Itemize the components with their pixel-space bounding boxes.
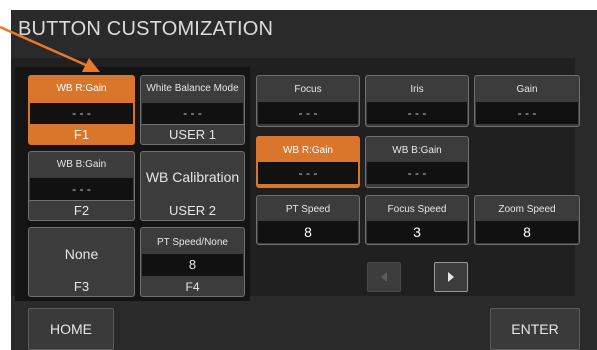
user1-value: - - - (142, 103, 243, 124)
orange-arrow-icon (0, 25, 100, 72)
pt-speed-button[interactable]: PT Speed 8 (256, 195, 360, 245)
focus-speed-value: 3 (367, 221, 467, 243)
user2-button[interactable]: WB Calibration USER 2 (140, 151, 245, 221)
zoom-speed-button[interactable]: Zoom Speed 8 (474, 195, 580, 245)
wb-b-gain-label: WB B:Gain (392, 145, 442, 156)
wb-b-gain-value: - - - (367, 162, 467, 184)
f3-key-label: F3 (73, 279, 90, 294)
f2-function-label: WB B:Gain (56, 159, 107, 170)
iris-button[interactable]: Iris - - - (365, 75, 469, 127)
f2-divider (29, 200, 134, 201)
f4-button[interactable]: PT Speed/None 8 F4 (140, 227, 245, 297)
user1-button[interactable]: White Balance Mode - - - USER 1 (140, 75, 245, 145)
triangle-right-icon (448, 272, 454, 282)
f3-function-label: None (64, 246, 99, 262)
user2-function-label: WB Calibration (145, 169, 240, 185)
focus-value: - - - (258, 102, 358, 124)
f1-value: - - - (30, 103, 133, 124)
wb-b-gain-button[interactable]: WB B:Gain - - - (365, 136, 469, 188)
user1-divider (141, 124, 244, 125)
iris-label: Iris (410, 84, 424, 95)
zoom-speed-value: 8 (476, 221, 578, 243)
zoom-speed-label: Zoom Speed (498, 204, 556, 215)
home-button[interactable]: HOME (28, 308, 114, 350)
triangle-left-icon (381, 272, 387, 282)
enter-button[interactable]: ENTER (490, 308, 580, 350)
f2-button[interactable]: WB B:Gain - - - F2 (28, 151, 135, 221)
wb-r-gain-button[interactable]: WB R:Gain - - - (256, 136, 360, 188)
gain-button[interactable]: Gain - - - (474, 75, 580, 127)
focus-speed-button[interactable]: Focus Speed 3 (365, 195, 469, 245)
wb-r-gain-label: WB R:Gain (282, 145, 333, 156)
focus-button[interactable]: Focus - - - (256, 75, 360, 127)
gain-label: Gain (516, 84, 538, 95)
f1-button[interactable]: WB R:Gain - - - F1 (28, 75, 135, 145)
prev-page-button[interactable] (367, 262, 401, 292)
wb-r-gain-value: - - - (258, 162, 358, 184)
f4-value: 8 (142, 254, 243, 276)
iris-value: - - - (367, 102, 467, 124)
user1-function-label: White Balance Mode (146, 83, 239, 94)
f1-function-label: WB R:Gain (56, 83, 107, 94)
f1-key-label: F1 (73, 127, 90, 142)
user2-key-label: USER 2 (169, 203, 216, 218)
user1-key-label: USER 1 (169, 127, 216, 142)
f2-key-label: F2 (73, 203, 90, 218)
f4-function-label: PT Speed/None (157, 237, 228, 248)
next-page-button[interactable] (434, 262, 468, 292)
focus-label: Focus (294, 84, 322, 95)
f3-button[interactable]: None F3 (28, 227, 135, 297)
gain-value: - - - (476, 102, 578, 124)
pt-speed-value: 8 (258, 221, 358, 243)
focus-speed-label: Focus Speed (387, 204, 447, 215)
f4-key-label: F4 (185, 280, 200, 294)
pt-speed-label: PT Speed (285, 204, 331, 215)
f2-value: - - - (30, 178, 133, 200)
